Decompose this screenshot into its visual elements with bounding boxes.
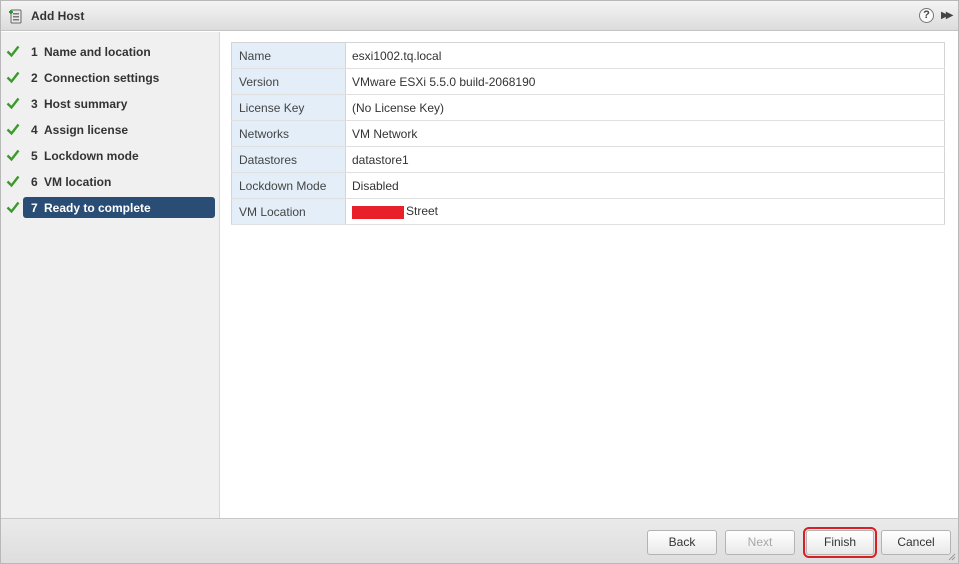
double-chevron-right-icon[interactable]: ▶▶	[941, 10, 954, 21]
step-number: 3	[31, 97, 38, 111]
step-label: Ready to complete	[44, 201, 151, 215]
resize-grip-icon[interactable]	[946, 551, 956, 561]
row-key: License Key	[231, 94, 346, 121]
step-assign-license[interactable]: 4 Assign license	[1, 119, 220, 141]
check-icon	[6, 45, 20, 58]
dialog-title: Add Host	[31, 9, 85, 23]
step-pill: 1 Name and location	[23, 41, 215, 62]
step-number: 2	[31, 71, 38, 85]
step-label: Host summary	[44, 97, 128, 111]
ready-to-complete-panel: Name esxi1002.tq.local Version VMware ES…	[221, 32, 958, 518]
dialog-footer: Back Next Finish Cancel	[1, 518, 958, 563]
row-key: Networks	[231, 120, 346, 147]
table-row: Name esxi1002.tq.local	[231, 42, 945, 69]
step-number: 4	[31, 123, 38, 137]
step-label: Assign license	[44, 123, 129, 137]
table-row: VM Location Street	[231, 198, 945, 225]
step-label: Lockdown mode	[44, 149, 139, 163]
step-number: 5	[31, 149, 38, 163]
redaction-box	[352, 205, 404, 219]
step-pill-active: 7 Ready to complete	[23, 197, 215, 218]
add-host-dialog: Add Host ? ▶▶ 1 Name and location 2 Conn…	[0, 0, 959, 564]
check-icon	[6, 97, 20, 110]
check-icon	[6, 123, 20, 136]
step-label: Connection settings	[44, 71, 160, 85]
step-number: 7	[31, 201, 38, 215]
check-icon	[6, 149, 20, 162]
wizard-steps-sidebar: 1 Name and location 2 Connection setting…	[1, 32, 220, 518]
title-bar: Add Host ? ▶▶	[1, 1, 958, 31]
step-name-and-location[interactable]: 1 Name and location	[1, 41, 220, 63]
row-value-vm-location: Street	[345, 198, 945, 225]
step-number: 6	[31, 175, 38, 189]
check-icon	[6, 175, 20, 188]
next-button[interactable]: Next	[725, 530, 795, 555]
step-label: VM location	[44, 175, 112, 189]
step-vm-location[interactable]: 6 VM location	[1, 171, 220, 193]
step-lockdown-mode[interactable]: 5 Lockdown mode	[1, 145, 220, 167]
step-pill: 6 VM location	[23, 171, 215, 192]
check-icon	[6, 71, 20, 84]
row-value: (No License Key)	[345, 94, 945, 121]
table-row: License Key (No License Key)	[231, 94, 945, 121]
row-value: esxi1002.tq.local	[345, 42, 945, 69]
step-ready-to-complete[interactable]: 7 Ready to complete	[1, 197, 220, 219]
table-row: Datastores datastore1	[231, 146, 945, 173]
row-value: datastore1	[345, 146, 945, 173]
row-key: Lockdown Mode	[231, 172, 346, 199]
cancel-button[interactable]: Cancel	[881, 530, 951, 555]
back-button[interactable]: Back	[647, 530, 717, 555]
summary-table: Name esxi1002.tq.local Version VMware ES…	[231, 42, 945, 225]
step-pill: 3 Host summary	[23, 93, 215, 114]
check-icon	[6, 201, 20, 214]
finish-button[interactable]: Finish	[803, 527, 877, 558]
help-icon[interactable]: ?	[919, 8, 934, 23]
step-pill: 4 Assign license	[23, 119, 215, 140]
row-key: Datastores	[231, 146, 346, 173]
host-icon	[9, 9, 22, 24]
row-key: Version	[231, 68, 346, 95]
table-row: Version VMware ESXi 5.5.0 build-2068190	[231, 68, 945, 95]
vm-location-text: Street	[406, 204, 439, 219]
table-row: Lockdown Mode Disabled	[231, 172, 945, 199]
step-label: Name and location	[44, 45, 151, 59]
step-connection-settings[interactable]: 2 Connection settings	[1, 67, 220, 89]
row-key: VM Location	[231, 198, 346, 225]
row-key: Name	[231, 42, 346, 69]
row-value: VM Network	[345, 120, 945, 147]
step-pill: 2 Connection settings	[23, 67, 215, 88]
row-value: VMware ESXi 5.5.0 build-2068190	[345, 68, 945, 95]
step-number: 1	[31, 45, 38, 59]
table-row: Networks VM Network	[231, 120, 945, 147]
row-value: Disabled	[345, 172, 945, 199]
step-host-summary[interactable]: 3 Host summary	[1, 93, 220, 115]
step-pill: 5 Lockdown mode	[23, 145, 215, 166]
